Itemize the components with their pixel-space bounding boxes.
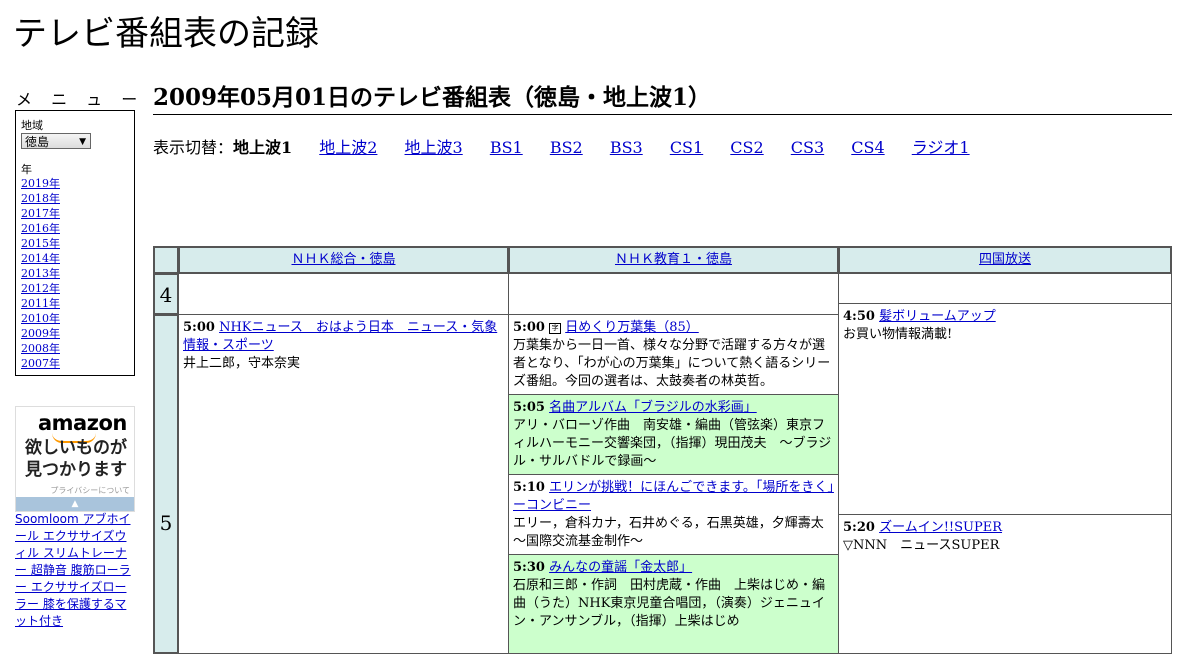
program-title-link[interactable]: ズームイン!!SUPER: [879, 520, 1002, 535]
program-desc: お買い物情報満載!: [843, 327, 953, 342]
switch-link[interactable]: 地上波3: [405, 138, 463, 157]
program-title-link[interactable]: みんなの童謡「金太郎」: [549, 560, 692, 575]
year-link[interactable]: 2014年: [21, 252, 60, 265]
year-link[interactable]: 2009年: [21, 327, 60, 340]
amazon-logo: amazon: [38, 411, 127, 435]
switch-link[interactable]: ラジオ1: [912, 138, 970, 157]
year-label: 年: [21, 163, 32, 176]
year-link[interactable]: 2017年: [21, 207, 60, 220]
switch-link[interactable]: CS2: [730, 138, 763, 157]
year-list: 2019年 2018年 2017年 2016年 2015年 2014年 2013…: [21, 176, 60, 371]
program-cell: 5:05 名曲アルバム「ブラジルの水彩画」 アリ・バローゾ作曲 南安雄・編曲（管…: [508, 394, 839, 475]
menu-heading: メ ニ ュ ー: [16, 90, 145, 109]
program-desc: アリ・バローゾ作曲 南安雄・編曲（管弦楽）東京フィルハーモニー交響楽団，（指揮）…: [513, 418, 832, 469]
program-cell: 5:30 みんなの童謡「金太郎」 石原和三郎・作詞 田村虎蔵・作曲 上柴はじめ・…: [508, 554, 839, 654]
switch-current: 地上波1: [233, 138, 293, 157]
page-heading: 2009年05月01日のテレビ番組表（徳島・地上波1）: [153, 84, 1172, 115]
ad-text: 欲しいものが 見つかります: [25, 437, 127, 481]
switch-link[interactable]: CS1: [670, 138, 703, 157]
switch-link[interactable]: CS3: [791, 138, 824, 157]
program-cell-empty: [508, 273, 839, 315]
program-desc: ▽NNN ニュースSUPER: [843, 538, 1000, 553]
program-cell-empty: [178, 273, 509, 315]
region-label: 地域: [21, 119, 43, 132]
chevron-down-icon: ▼: [79, 137, 86, 147]
channel-link[interactable]: ＮＨＫ教育１・徳島: [615, 252, 732, 267]
year-link[interactable]: 2016年: [21, 222, 60, 235]
program-title-link[interactable]: 名曲アルバム「ブラジルの水彩画」: [549, 400, 757, 415]
program-title-link[interactable]: 日めくり万葉集（85）: [565, 320, 699, 335]
year-link[interactable]: 2015年: [21, 237, 60, 250]
sidebar-menu: 地域 徳島 ▼ 年 2019年 2018年 2017年 2016年 2015年 …: [15, 110, 135, 376]
program-desc: 万葉集から一日一首、様々な分野で活躍する方々が選者となり、「わが心の万葉集」につ…: [513, 338, 831, 389]
program-cell: 5:00 NHKニュース おはよう日本 ニュース・気象情報・スポーツ 井上二郎，…: [178, 314, 509, 654]
year-link[interactable]: 2007年: [21, 357, 60, 370]
switch-link[interactable]: CS4: [851, 138, 884, 157]
ad-privacy-link[interactable]: プライバシーについて: [50, 485, 130, 496]
subtitle-icon: 字: [549, 323, 562, 334]
program-title-link[interactable]: エリンが挑戦！にほんごできます。「場所をきく」ーコンビニー: [513, 480, 834, 513]
program-desc: エリー，倉科カナ，石井めぐる，石黒英雄，夕輝壽太 ～国際交流基金制作～: [513, 516, 837, 549]
ad-collapse-bar[interactable]: ▲: [16, 497, 134, 511]
program-title-link[interactable]: 髪ボリュームアップ: [879, 309, 996, 324]
channel-header: 四国放送: [838, 246, 1172, 274]
program-cell: 4:50 髪ボリュームアップ お買い物情報満載!: [838, 303, 1172, 515]
switch-link[interactable]: BS3: [610, 138, 643, 157]
program-time: 5:00: [513, 320, 545, 335]
program-time: 5:30: [513, 560, 545, 575]
switch-link[interactable]: BS2: [550, 138, 583, 157]
program-time: 4:50: [843, 309, 875, 324]
site-title: テレビ番組表の記録: [13, 14, 319, 54]
chevron-up-icon: ▲: [71, 499, 79, 509]
program-grid: ＮＨＫ総合・徳島 ＮＨＫ教育１・徳島 四国放送 4 5 5:00 NHKニュース…: [153, 246, 1172, 654]
program-title-link[interactable]: NHKニュース おはよう日本 ニュース・気象情報・スポーツ: [183, 320, 497, 353]
ad-product-link-wrap: Soomloom アブホイール エクササイズウィル スリムトレーナー 超静音 腹…: [15, 511, 137, 630]
switch-label: 表示切替：: [153, 138, 234, 157]
region-select-value: 徳島: [25, 135, 50, 149]
year-link[interactable]: 2013年: [21, 267, 60, 280]
program-desc: 井上二郎，守本奈実: [183, 356, 301, 371]
amazon-ad-banner[interactable]: amazon 欲しいものが 見つかります プライバシーについて ▲: [15, 406, 135, 512]
switch-link[interactable]: BS1: [490, 138, 523, 157]
program-time: 5:20: [843, 520, 875, 535]
year-link[interactable]: 2010年: [21, 312, 60, 325]
program-desc: 石原和三郎・作詞 田村虎蔵・作曲 上柴はじめ・編曲（うた）NHK東京児童合唱団，…: [513, 578, 826, 629]
ad-text-line1: 欲しいものが: [25, 438, 127, 458]
year-link[interactable]: 2008年: [21, 342, 60, 355]
year-link[interactable]: 2011年: [21, 297, 60, 310]
switch-link[interactable]: 地上波2: [319, 138, 377, 157]
ad-text-line2: 見つかります: [25, 460, 127, 480]
year-link[interactable]: 2012年: [21, 282, 60, 295]
channel-header: ＮＨＫ教育１・徳島: [508, 246, 839, 274]
program-time: 5:00: [183, 320, 215, 335]
year-link[interactable]: 2019年: [21, 177, 60, 190]
hour-label: 5: [153, 314, 179, 654]
program-time: 5:10: [513, 480, 545, 495]
channel-link[interactable]: 四国放送: [979, 252, 1031, 267]
year-link[interactable]: 2018年: [21, 192, 60, 205]
channel-header: ＮＨＫ総合・徳島: [178, 246, 509, 274]
program-cell: 5:00 字 日めくり万葉集（85） 万葉集から一日一首、様々な分野で活躍する方…: [508, 314, 839, 395]
program-time: 5:05: [513, 400, 545, 415]
grid-corner: [153, 246, 179, 274]
channel-link[interactable]: ＮＨＫ総合・徳島: [291, 252, 395, 267]
program-cell-empty: [838, 273, 1172, 304]
program-cell: 5:10 エリンが挑戦！にほんごできます。「場所をきく」ーコンビニー エリー，倉…: [508, 474, 839, 555]
program-cell: 5:20 ズームイン!!SUPER ▽NNN ニュースSUPER: [838, 514, 1172, 654]
region-select[interactable]: 徳島 ▼: [21, 133, 91, 149]
channel-switcher: 表示切替：地上波1 地上波2 地上波3 BS1 BS2 BS3 CS1 CS2 …: [153, 134, 992, 158]
ad-product-link[interactable]: Soomloom アブホイール エクササイズウィル スリムトレーナー 超静音 腹…: [15, 512, 131, 628]
hour-label: 4: [153, 273, 179, 315]
